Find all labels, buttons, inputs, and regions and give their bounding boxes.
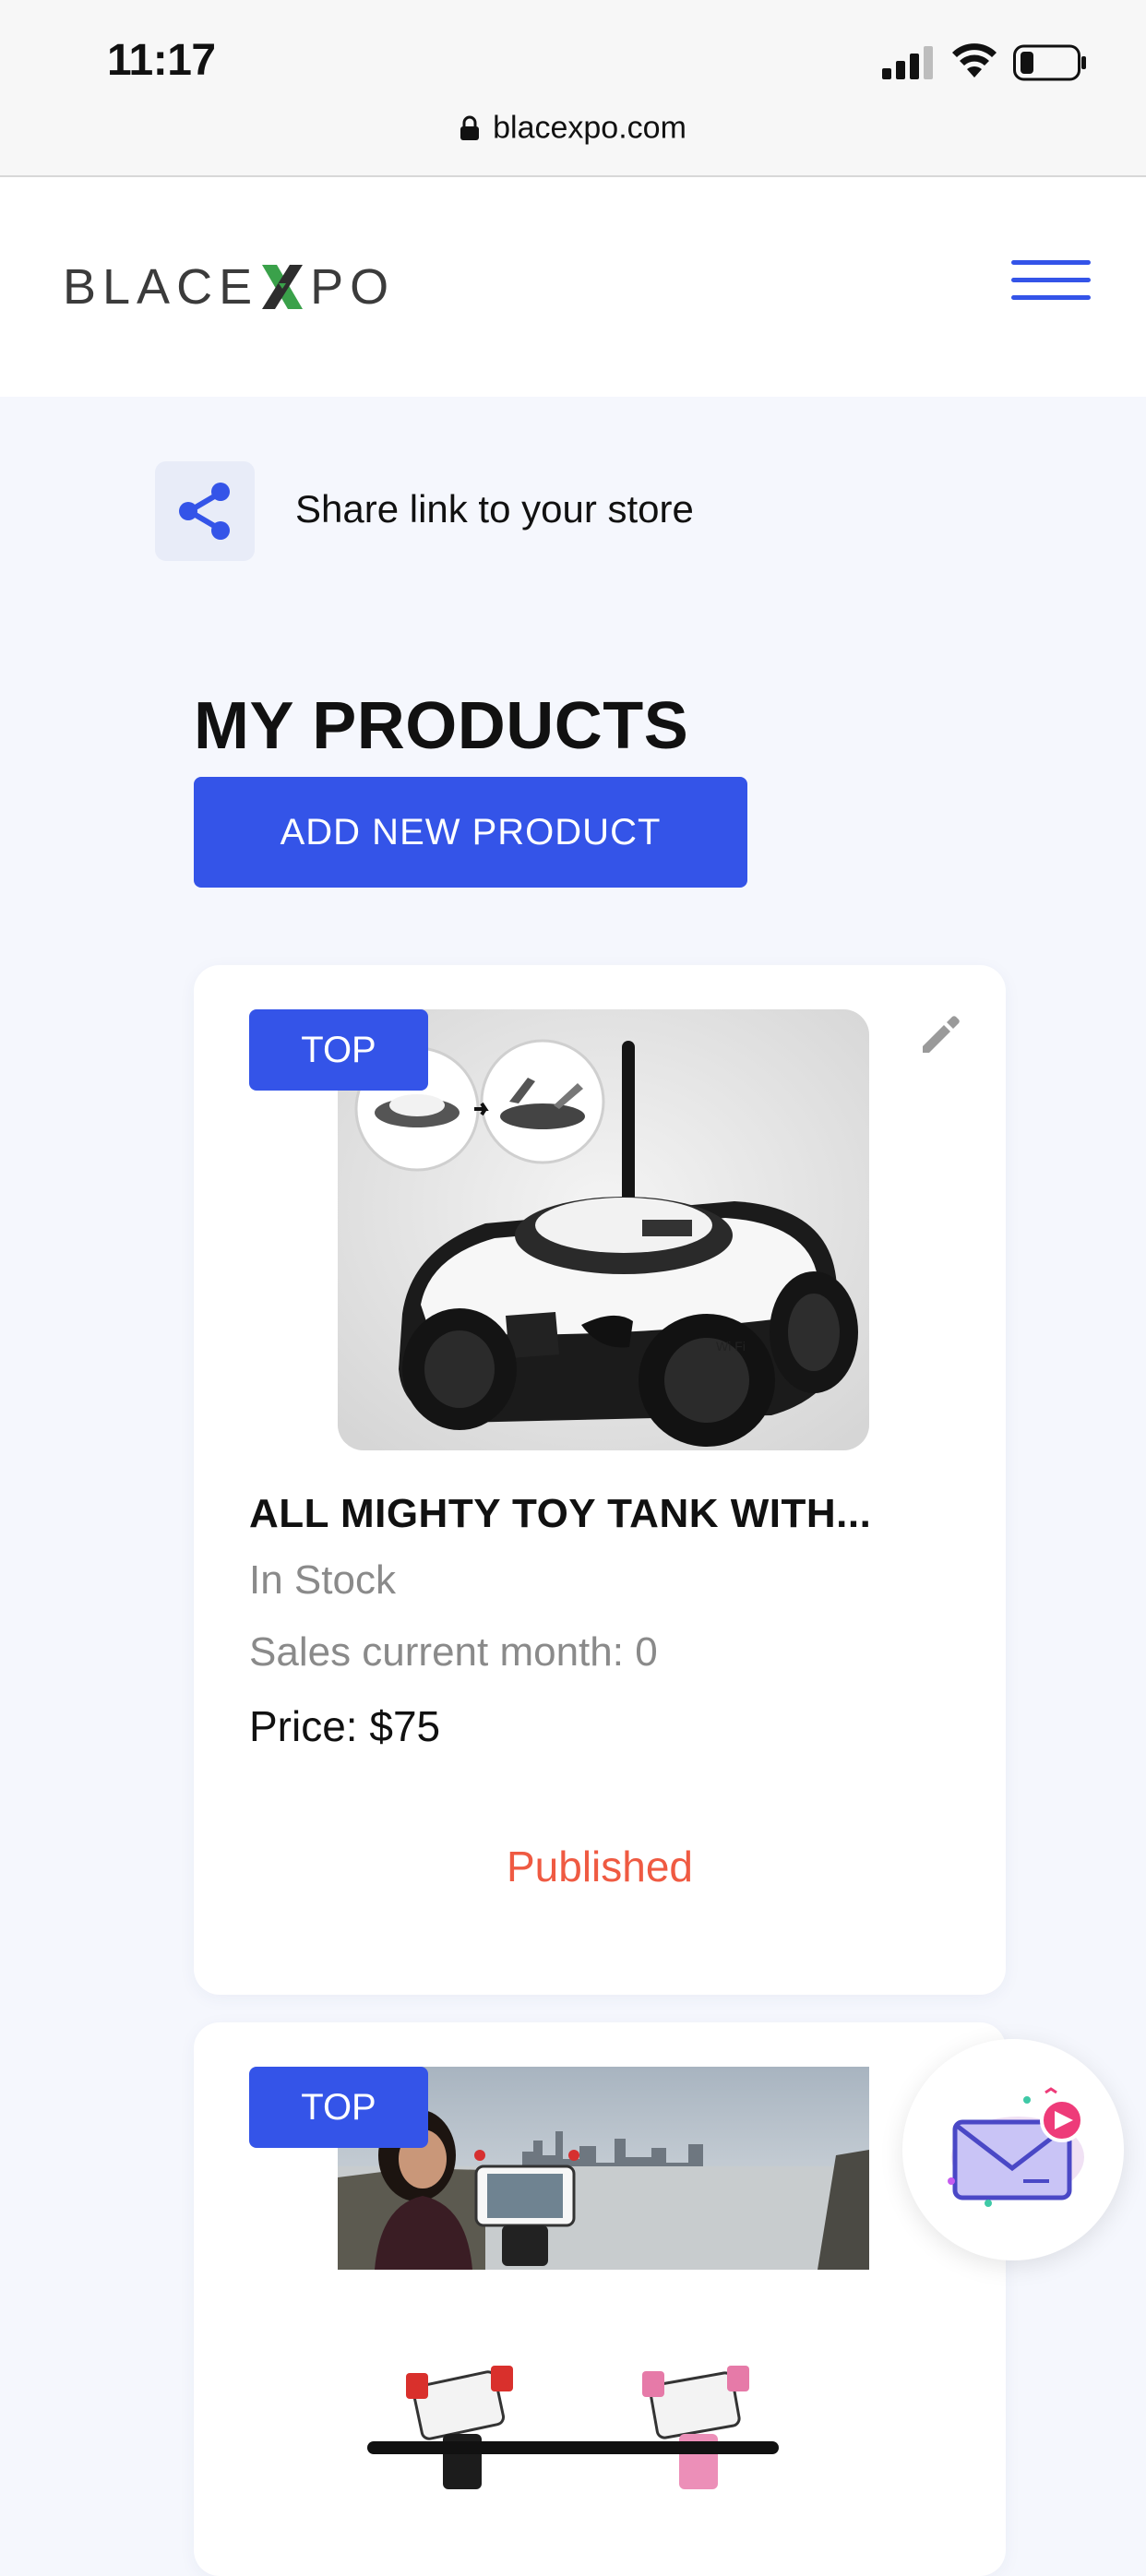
page-title: MY PRODUCTS xyxy=(194,689,689,763)
stock-status: In Stock xyxy=(249,1557,396,1603)
product-price: Price: $75 xyxy=(249,1702,441,1750)
envelope-send-icon xyxy=(948,2087,1084,2207)
blacexpo-logo[interactable]: BLACE PO xyxy=(63,255,395,319)
phone-holder-variants xyxy=(406,2366,749,2489)
product-title[interactable]: ALL MIGHTY TOY TANK WITH... xyxy=(249,1491,871,1537)
edit-pencil-icon[interactable] xyxy=(915,1009,965,1059)
sales-current-month: Sales current month: 0 xyxy=(249,1629,658,1675)
logo-text-left: BLACE xyxy=(63,259,259,315)
top-badge: TOP xyxy=(249,1009,428,1091)
url-text: blacexpo.com xyxy=(493,110,686,146)
lock-icon xyxy=(460,115,480,141)
address-bar[interactable]: blacexpo.com xyxy=(0,109,1146,147)
svg-text:Wi Fi: Wi Fi xyxy=(716,1339,746,1354)
top-badge: TOP xyxy=(249,2067,428,2148)
share-link-label[interactable]: Share link to your store xyxy=(295,487,694,531)
message-fab-button[interactable] xyxy=(902,2039,1124,2260)
add-new-product-button[interactable]: ADD NEW PRODUCT xyxy=(194,777,747,888)
product-card[interactable]: TOP xyxy=(194,2022,1006,2576)
browser-status-bar: 11:17 blacexpo.com xyxy=(0,0,1146,177)
battery-icon xyxy=(1013,44,1086,81)
product-card[interactable]: TOP xyxy=(194,965,1006,1995)
logo-text-right: PO xyxy=(310,259,396,315)
wifi-icon xyxy=(952,43,997,78)
share-button[interactable] xyxy=(155,461,255,561)
home-indicator xyxy=(367,2441,779,2454)
share-icon xyxy=(179,483,230,540)
publish-status[interactable]: Published xyxy=(194,1842,1006,1891)
hamburger-menu-icon[interactable] xyxy=(1011,260,1091,310)
cellular-signal-icon xyxy=(882,46,933,79)
logo-x-mark xyxy=(262,265,304,309)
clock: 11:17 xyxy=(107,36,216,85)
site-header: BLACE PO xyxy=(0,177,1146,397)
